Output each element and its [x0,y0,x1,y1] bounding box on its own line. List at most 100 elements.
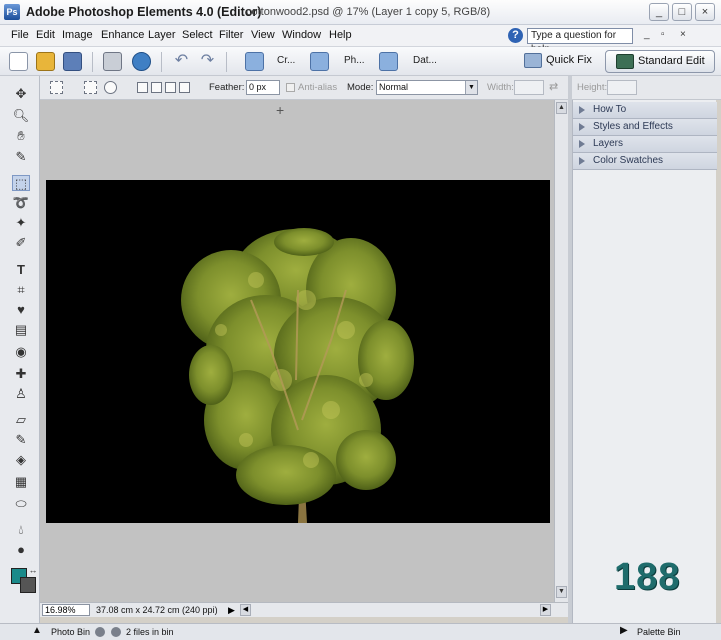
open-folder-icon[interactable] [36,52,55,71]
standard-edit-button[interactable]: Standard Edit [605,50,715,73]
quick-fix-button[interactable]: Quick Fix [518,50,598,73]
palette-layers[interactable]: Layers [573,136,717,153]
add-to-selection-icon[interactable] [151,82,162,93]
eraser-tool-icon[interactable]: ▱ [12,412,30,428]
vertical-scrollbar[interactable]: ▲ ▼ [554,100,568,602]
height-input[interactable] [607,80,637,95]
scroll-down-icon[interactable]: ▼ [556,586,567,598]
previous-file-icon[interactable] [95,627,105,637]
type-tool-icon[interactable]: T [12,262,30,278]
quick-fix-icon [524,53,542,68]
menu-view[interactable]: View [251,29,275,41]
photo-browser-icon[interactable] [310,52,329,71]
menu-filter[interactable]: Filter [219,29,243,41]
doc-minimize-button[interactable]: _ [644,29,650,40]
menu-edit[interactable]: Edit [36,29,55,41]
scroll-left-icon[interactable]: ◀ [240,604,251,616]
info-menu-arrow-icon[interactable]: ▶ [228,604,238,616]
menu-layer[interactable]: Layer [148,29,176,41]
magic-wand-tool-icon[interactable]: ✦ [12,215,30,231]
toolbar-separator [92,52,93,72]
anti-alias-checkbox[interactable] [286,83,295,92]
width-label: Width: [487,82,514,93]
help-icon[interactable]: ? [508,28,523,43]
background-color-swatch[interactable] [20,577,36,593]
help-search-input[interactable]: Type a question for help [527,28,633,55]
document-status-bar: 16.98% 37.08 cm x 24.72 cm (240 ppi) ▶ ◀… [40,602,568,617]
palette-styles-and-effects[interactable]: Styles and Effects [573,119,717,136]
subtract-from-selection-icon[interactable] [165,82,176,93]
maximize-button[interactable]: □ [672,3,692,21]
healing-brush-tool-icon[interactable]: ✚ [12,366,30,382]
online-services-icon[interactable] [132,52,151,71]
cookie-cutter-tool-icon[interactable]: ♥ [12,302,30,318]
menu-window[interactable]: Window [282,29,321,41]
menu-file[interactable]: File [11,29,29,41]
gradient-tool-icon[interactable]: ▦ [12,474,30,490]
undo-icon[interactable]: ↶ [172,52,191,71]
next-file-icon[interactable] [111,627,121,637]
expand-triangle-icon [579,140,585,148]
create-icon[interactable] [245,52,264,71]
date-view-icon[interactable] [379,52,398,71]
palette-bin-label[interactable]: Palette Bin [637,627,681,637]
doc-restore-button[interactable]: ▫ [661,29,665,40]
shape-tool-icon[interactable]: ⬭ [12,496,30,512]
title-bar: Ps Adobe Photoshop Elements 4.0 (Editor)… [0,0,721,25]
blur-tool-icon[interactable]: 💧︎ [12,522,30,538]
minimize-button[interactable]: _ [649,3,669,21]
date-view-label[interactable]: Dat... [413,55,437,66]
straighten-tool-icon[interactable]: ▤ [12,322,30,338]
menu-select[interactable]: Select [182,29,213,41]
crop-tool-icon[interactable]: ⌗ [12,282,30,298]
brush-tool-icon[interactable]: ✎ [12,432,30,448]
sponge-tool-icon[interactable]: ● [12,542,30,558]
paint-bucket-tool-icon[interactable]: ◈ [12,452,30,468]
document-title: cottonwood2.psd @ 17% (Layer 1 copy 5, R… [246,6,491,18]
rectangular-marquee-icon[interactable] [84,81,97,94]
swap-dimensions-icon[interactable]: ⇄ [549,80,558,93]
menu-help[interactable]: Help [329,29,352,41]
move-tool-icon[interactable]: ✥ [12,86,30,102]
red-eye-tool-icon[interactable]: ◉ [12,344,30,360]
palette-how-to[interactable]: How To [573,102,717,119]
eyedropper-tool-icon[interactable]: ✎ [12,149,30,165]
expand-triangle-icon [579,123,585,131]
create-button-label[interactable]: Cr... [277,55,295,66]
document-image[interactable] [46,180,550,523]
marquee-preset-icon[interactable] [50,81,63,94]
save-icon[interactable] [63,52,82,71]
palette-bin-toggle-icon[interactable]: ▶ [620,625,628,636]
menu-enhance[interactable]: Enhance [101,29,144,41]
mode-select[interactable]: Normal ▼ [376,80,478,95]
hand-tool-icon[interactable]: ✋︎ [12,128,30,144]
scroll-right-icon[interactable]: ▶ [540,604,551,616]
anti-alias-label: Anti-alias [298,82,338,93]
new-file-icon[interactable] [9,52,28,71]
new-selection-icon[interactable] [137,82,148,93]
close-button[interactable]: × [695,3,715,21]
feather-input[interactable]: 0 px [246,80,280,95]
zoom-tool-icon[interactable]: 🔍︎ [12,108,30,124]
elliptical-marquee-icon[interactable] [104,81,117,94]
rectangular-marquee-tool-icon[interactable]: ⬚ [12,175,30,191]
intersect-selection-icon[interactable] [179,82,190,93]
photo-bin-toggle-icon[interactable]: ▲ [32,625,42,636]
selection-brush-tool-icon[interactable]: ✐ [12,235,30,251]
menu-image[interactable]: Image [62,29,93,41]
document-info: 37.08 cm x 24.72 cm (240 ppi) [96,605,218,615]
scroll-up-icon[interactable]: ▲ [556,102,567,114]
photo-browser-label[interactable]: Ph... [344,55,365,66]
redo-icon[interactable]: ↷ [198,52,217,71]
toolbar-separator [161,52,162,72]
window-controls: _ □ × [649,3,715,21]
lasso-tool-icon[interactable]: ➰ [12,195,30,211]
palette-color-swatches[interactable]: Color Swatches [573,153,717,170]
mode-label: Mode: [347,82,374,93]
doc-close-button[interactable]: × [680,29,686,40]
clone-stamp-tool-icon[interactable]: ♙ [12,386,30,402]
zoom-level-input[interactable]: 16.98% [42,604,90,616]
width-input[interactable] [514,80,544,95]
photo-bin-label[interactable]: Photo Bin [51,627,90,637]
print-icon[interactable] [103,52,122,71]
